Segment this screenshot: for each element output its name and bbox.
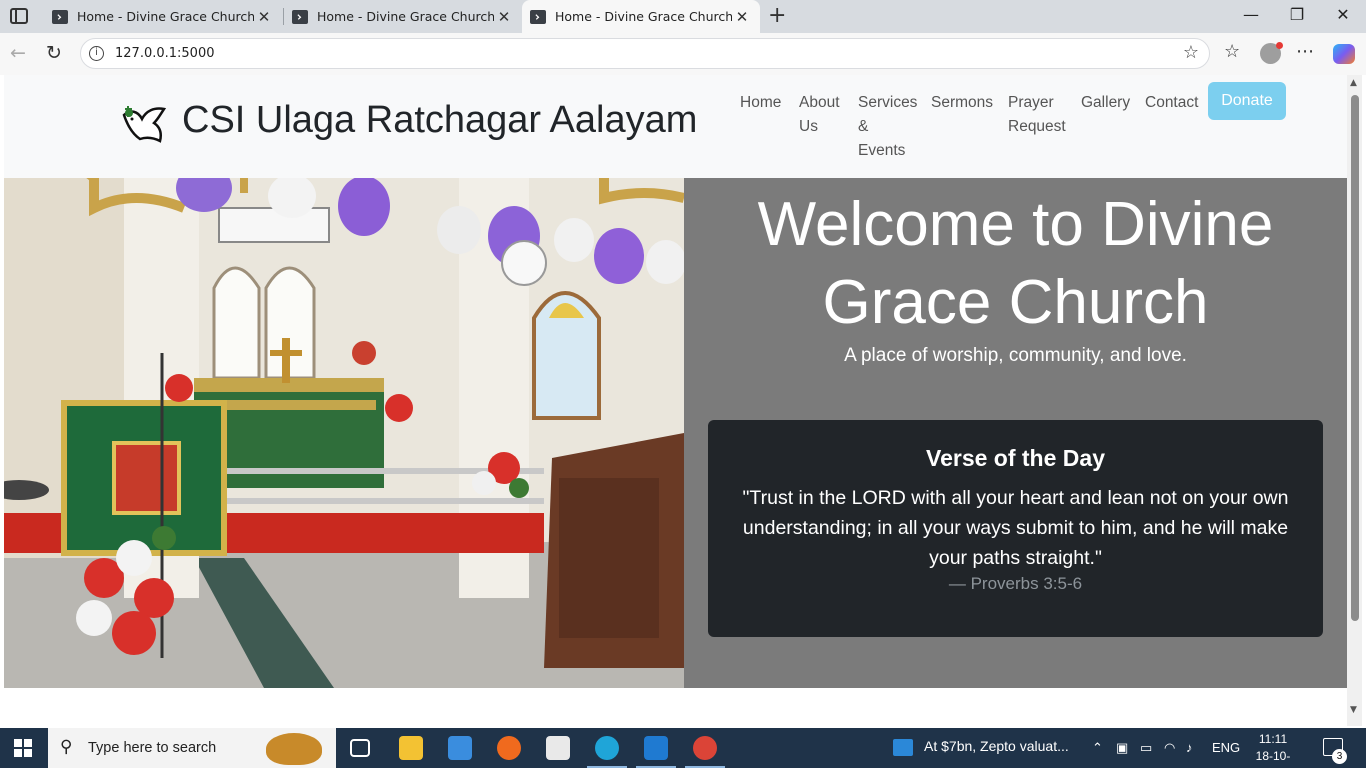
copilot-icon[interactable]: [1333, 44, 1355, 64]
more-menu-icon[interactable]: ⋯: [1296, 41, 1314, 62]
nav-about-label-1: About: [799, 94, 840, 111]
close-window-icon[interactable]: ✕: [1328, 5, 1358, 24]
hero-title-line-1: Welcome to Divine: [757, 190, 1274, 259]
page-viewport: CSI Ulaga Ratchagar Aalayam Home About U…: [4, 75, 1347, 726]
back-icon[interactable]: ←: [10, 42, 26, 64]
page-scrollbar[interactable]: ▲ ▼: [1347, 75, 1362, 726]
new-tab-icon[interactable]: +: [768, 3, 786, 28]
taskbar-search-box[interactable]: ⚲ Type here to search: [48, 728, 336, 768]
notification-count-badge: 3: [1332, 749, 1347, 764]
wifi-icon[interactable]: ◠: [1164, 740, 1175, 756]
verse-of-the-day-card: Verse of the Day "Trust in the LORD with…: [708, 420, 1323, 637]
nav-link-sermons[interactable]: Sermons: [931, 91, 993, 115]
meet-now-icon[interactable]: ▣: [1116, 740, 1128, 756]
chrome-icon[interactable]: [693, 736, 717, 760]
language-indicator[interactable]: ENG: [1212, 740, 1240, 755]
minimize-icon[interactable]: —: [1236, 5, 1266, 24]
nav-link-about[interactable]: About Us: [799, 91, 840, 139]
battery-icon[interactable]: ▭: [1140, 740, 1152, 756]
verse-heading: Verse of the Day: [926, 445, 1105, 471]
browser-toolbar: ← ↻ i 127.0.0.1:5000 ☆ ☆ ⋯: [0, 33, 1366, 75]
site-brand-title[interactable]: CSI Ulaga Ratchagar Aalayam: [182, 99, 697, 142]
verse-text: "Trust in the LORD with all your heart a…: [742, 487, 1289, 569]
nav-services-label-3: Events: [858, 142, 906, 159]
nav-about-label-2: Us: [799, 118, 818, 135]
hero-section: Welcome to Divine Grace Church A place o…: [4, 178, 1347, 688]
scroll-thumb[interactable]: [1351, 95, 1359, 621]
microsoft-store-icon[interactable]: [448, 736, 472, 760]
nav-sermons-label: Sermons: [931, 94, 994, 111]
nav-services-label-2: &: [858, 118, 869, 135]
site-info-icon[interactable]: i: [89, 46, 104, 61]
donate-button[interactable]: Donate: [1208, 82, 1286, 120]
nav-prayer-label-2: Request: [1008, 118, 1066, 135]
nav-link-gallery[interactable]: Gallery: [1081, 91, 1130, 115]
nav-link-contact[interactable]: Contact: [1145, 91, 1198, 115]
tab-title: Home - Divine Grace Church: [77, 9, 254, 24]
profile-notification-dot: [1276, 42, 1283, 49]
money-pot-icon: [266, 733, 322, 765]
nav-home-label: Home: [740, 94, 782, 111]
edge-icon[interactable]: [595, 736, 619, 760]
mail-icon[interactable]: [546, 736, 570, 760]
volume-icon[interactable]: ♪: [1186, 740, 1193, 755]
close-tab-icon[interactable]: ✕: [732, 8, 752, 26]
reload-icon[interactable]: ↻: [46, 42, 62, 64]
browser-tab-bar: Home - Divine Grace Church ✕ Home - Divi…: [0, 0, 1366, 33]
tab-actions-icon[interactable]: [10, 8, 28, 24]
site-header: CSI Ulaga Ratchagar Aalayam Home About U…: [4, 75, 1347, 178]
nav-prayer-label-1: Prayer: [1008, 94, 1054, 111]
hero-subtitle: A place of worship, community, and love.: [844, 345, 1187, 366]
terminal-favicon-icon: [52, 9, 68, 24]
news-widget-icon[interactable]: [893, 739, 913, 756]
task-view-icon[interactable]: [350, 739, 370, 757]
windows-taskbar: ⚲ Type here to search At $7bn, Zepto val…: [0, 728, 1366, 780]
clock-date: 18-10-2025: [1255, 749, 1291, 780]
terminal-favicon-icon: [292, 9, 308, 24]
url-text[interactable]: 127.0.0.1:5000: [115, 46, 215, 61]
tab-title: Home - Divine Grace Church: [555, 9, 732, 24]
terminal-favicon-icon: [530, 9, 546, 24]
hero-title-line-2: Grace Church: [822, 268, 1209, 337]
nav-contact-label: Contact: [1145, 94, 1199, 111]
nav-link-home[interactable]: Home: [740, 91, 781, 115]
news-headline[interactable]: At $7bn, Zepto valuat...: [924, 738, 1069, 754]
tab-title: Home - Divine Grace Church: [317, 9, 494, 24]
file-explorer-icon[interactable]: [399, 736, 423, 760]
windows-start-icon[interactable]: [14, 739, 32, 757]
nav-link-prayer-request[interactable]: Prayer Request: [1008, 91, 1066, 139]
clock-time: 11:11: [1258, 732, 1288, 746]
search-placeholder: Type here to search: [88, 740, 217, 756]
restore-icon[interactable]: ❐: [1282, 5, 1312, 24]
address-bar[interactable]: i 127.0.0.1:5000 ☆: [80, 38, 1210, 69]
taskbar-clock[interactable]: 11:11 18-10-2025: [1246, 731, 1300, 782]
scroll-down-icon[interactable]: ▼: [1350, 705, 1357, 715]
firefox-icon[interactable]: [497, 736, 521, 760]
scroll-up-icon[interactable]: ▲: [1350, 78, 1357, 88]
nav-services-label-1: Services: [858, 94, 918, 111]
verse-reference: — Proverbs 3:5-6: [948, 574, 1083, 593]
search-icon: ⚲: [60, 737, 73, 757]
nav-gallery-label: Gallery: [1081, 94, 1131, 111]
hero-title: Welcome to Divine Grace Church: [694, 186, 1337, 342]
close-tab-icon[interactable]: ✕: [254, 8, 274, 26]
dove-logo-icon: [122, 106, 167, 143]
browser-tab-3-active[interactable]: Home - Divine Grace Church ✕: [522, 0, 760, 33]
show-hidden-icons-icon[interactable]: ⌃: [1092, 740, 1103, 756]
church-interior-photo: [4, 178, 684, 688]
close-tab-icon[interactable]: ✕: [494, 8, 514, 26]
favorites-icon[interactable]: ☆: [1224, 41, 1240, 62]
vscode-icon[interactable]: [644, 736, 668, 760]
nav-link-services[interactable]: Services & Events: [858, 91, 917, 163]
browser-tab-1[interactable]: Home - Divine Grace Church ✕: [44, 0, 282, 33]
favorite-star-icon[interactable]: ☆: [1183, 42, 1199, 63]
browser-tab-2[interactable]: Home - Divine Grace Church ✕: [284, 0, 522, 33]
